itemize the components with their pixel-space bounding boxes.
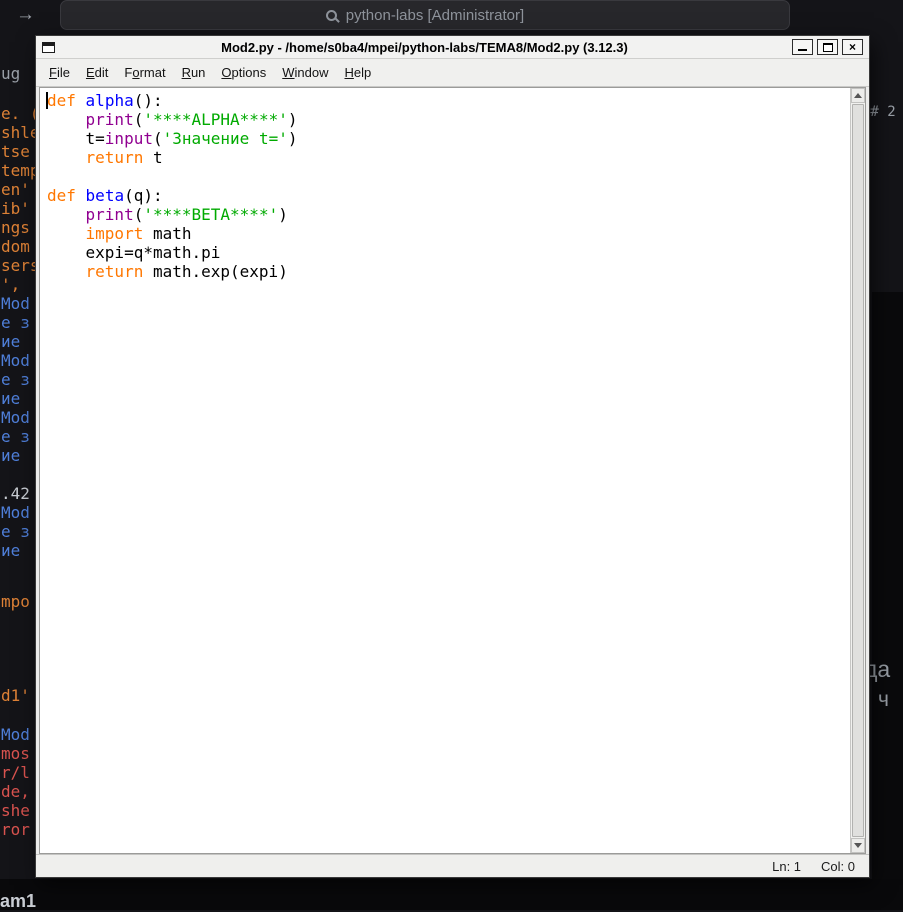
bg-text-fragment: Mod	[1, 503, 30, 522]
close-button[interactable]: ×	[842, 39, 863, 55]
menu-edit[interactable]: Edit	[78, 60, 116, 85]
bg-text-fragment: dom	[1, 237, 30, 256]
bg-text-fragment: am1	[0, 891, 36, 912]
bg-text-fragment: sers	[1, 256, 40, 275]
bg-text-fragment: en'	[1, 180, 30, 199]
bg-text-fragment: r/l	[1, 763, 30, 782]
desktop-right-strip	[872, 292, 903, 879]
bg-text-fragment: е з	[1, 370, 30, 389]
status-line-indicator: Ln: 1	[772, 859, 801, 874]
bg-text-fragment: е з	[1, 522, 30, 541]
bg-text-fragment: Mod	[1, 408, 30, 427]
bg-text-fragment: shlе	[1, 123, 40, 142]
menu-options[interactable]: Options	[213, 60, 274, 85]
bg-text-fragment: temp	[1, 161, 40, 180]
bg-text-fragment: ие	[1, 446, 20, 465]
code-line: def beta(q):	[47, 186, 848, 205]
bg-text-fragment: Mod	[1, 351, 30, 370]
code-line: print('****BETA****')	[47, 205, 848, 224]
search-icon	[326, 10, 337, 21]
bg-text-fragment: е з	[1, 313, 30, 332]
bg-text-fragment: she	[1, 801, 30, 820]
close-icon: ×	[849, 41, 856, 53]
bg-text-fragment: mos	[1, 744, 30, 763]
vertical-scrollbar[interactable]	[850, 88, 865, 853]
code-line: t=input('Значение t=')	[47, 129, 848, 148]
bg-text-fragment: d1'	[1, 686, 30, 705]
menu-help[interactable]: Help	[337, 60, 380, 85]
minimize-icon	[798, 49, 807, 51]
scrollbar-up-button[interactable]	[851, 88, 865, 103]
bg-text-fragment: ч	[878, 688, 889, 712]
desktop-bottom-strip	[0, 879, 903, 910]
bg-text-fragment: .42	[1, 484, 30, 503]
bg-text-fragment: Mod	[1, 294, 30, 313]
code-line: print('****ALPHA****')	[47, 110, 848, 129]
menu-format[interactable]: Format	[116, 60, 173, 85]
code-line: return t	[47, 148, 848, 167]
bg-text-fragment: mpo	[1, 592, 30, 611]
window-title: Mod2.py - /home/s0ba4/mpei/python-labs/T…	[61, 40, 788, 55]
code-line: expi=q*math.pi	[47, 243, 848, 262]
scrollbar-thumb[interactable]	[852, 104, 864, 837]
editor[interactable]: def alpha(): print('****ALPHA****') t=in…	[39, 87, 866, 854]
menu-run[interactable]: Run	[174, 60, 214, 85]
maximize-button[interactable]	[817, 39, 838, 55]
text-cursor	[46, 92, 48, 109]
code-line: import math	[47, 224, 848, 243]
status-bar: Ln: 1 Col: 0	[36, 854, 869, 877]
scrollbar-down-button[interactable]	[851, 838, 865, 853]
menu-file[interactable]: File	[41, 60, 78, 85]
bg-text-fragment: ие	[1, 332, 20, 351]
bg-text-fragment: e. (	[1, 104, 40, 123]
bg-text-fragment: Mod	[1, 725, 30, 744]
code-line	[47, 167, 848, 186]
background-window-title: python-labs [Administrator]	[346, 7, 524, 24]
bg-text-fragment: ror	[1, 820, 30, 839]
window-titlebar[interactable]: Mod2.py - /home/s0ba4/mpei/python-labs/T…	[36, 36, 869, 59]
bg-text-fragment: tse	[1, 142, 30, 161]
idle-editor-window: Mod2.py - /home/s0ba4/mpei/python-labs/T…	[35, 35, 870, 878]
maximize-icon	[823, 43, 833, 52]
background-window-titlebar: python-labs [Administrator]	[60, 0, 790, 30]
back-arrow-icon: →	[16, 4, 35, 26]
window-icon	[42, 42, 55, 53]
bg-text-fragment: ngs	[1, 218, 30, 237]
menu-window[interactable]: Window	[274, 60, 336, 85]
bg-text-fragment: е з	[1, 427, 30, 446]
code-line: return math.exp(expi)	[47, 262, 848, 281]
menu-bar: FileEditFormatRunOptionsWindowHelp	[36, 59, 869, 87]
code-area[interactable]: def alpha(): print('****ALPHA****') t=in…	[40, 88, 850, 853]
bg-text-fragment: ие	[1, 541, 20, 560]
code-line: def alpha():	[47, 91, 848, 110]
minimize-button[interactable]	[792, 39, 813, 55]
bg-text-fragment: ib'	[1, 199, 30, 218]
status-col-indicator: Col: 0	[821, 859, 855, 874]
bg-text-fragment: ие	[1, 389, 20, 408]
bg-text-fragment: de,	[1, 782, 30, 801]
bg-text-fragment: ',	[1, 275, 20, 294]
